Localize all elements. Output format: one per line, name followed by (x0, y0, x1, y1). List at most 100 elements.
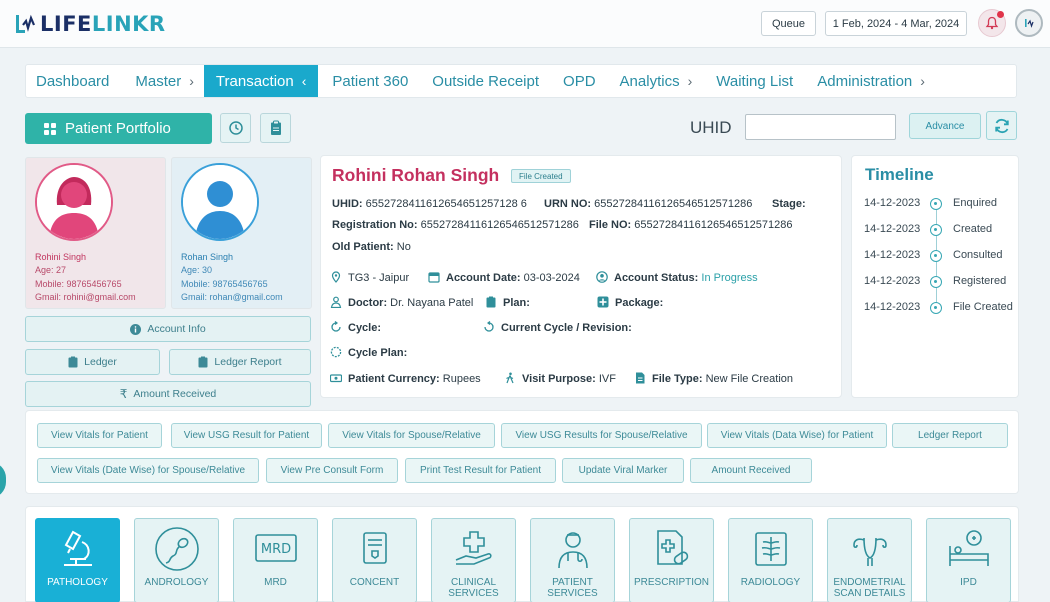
spouse-info: Rohan Singh Age: 30 Mobile: 98765456765 … (181, 251, 283, 304)
cycle-icon (331, 321, 341, 332)
uhid-field-label: UHID: (332, 198, 363, 210)
file-no-field-label: File NO: (589, 219, 632, 231)
services-panel: PATHOLOGY ANDROLOGY MRD MRD CONCENT CLIN… (25, 506, 1019, 602)
sperm-icon (154, 527, 199, 571)
refresh-button[interactable] (986, 111, 1017, 140)
service-label: PATHOLOGY (47, 577, 108, 588)
walking-person-icon (506, 372, 514, 384)
patient-card[interactable]: Rohini Singh Age: 27 Mobile: 98765456765… (25, 157, 166, 309)
patient-portfolio-button[interactable]: Patient Portfolio (25, 113, 212, 144)
timeline-dot-icon (930, 224, 942, 236)
chevron-right-icon: › (920, 73, 925, 89)
view-vitals-data-wise-patient-button[interactable]: View Vitals (Data Wise) for Patient (707, 423, 887, 448)
file-type-label: File Type: (652, 373, 703, 385)
service-label: MRD (264, 577, 287, 588)
xray-icon (754, 532, 787, 566)
ledger-button[interactable]: Ledger (25, 349, 160, 375)
cycle-plan-icon (330, 346, 342, 358)
file-icon (636, 372, 645, 384)
spouse-name: Rohan Singh (181, 252, 234, 262)
nav-patient-360[interactable]: Patient 360 (318, 65, 418, 97)
history-button[interactable] (220, 113, 251, 143)
service-label: ENDOMETRIAL SCAN DETAILS (833, 577, 906, 599)
side-drawer-tab[interactable] (0, 462, 6, 498)
nav-label: Analytics (619, 72, 680, 90)
plan-clipboard-icon (486, 296, 496, 308)
timeline-status: Enquired (953, 197, 998, 209)
ledger-report-button[interactable]: Ledger Report (169, 349, 311, 375)
app-logo[interactable]: LIFELINKR (14, 12, 166, 36)
nav-master[interactable]: Master › (119, 65, 204, 97)
urn-field-label: URN NO: (544, 198, 592, 210)
service-clinical-services[interactable]: CLINICAL SERVICES (431, 518, 516, 602)
queue-button[interactable]: Queue (761, 11, 816, 36)
service-patient-services[interactable]: PATIENT SERVICES (530, 518, 615, 602)
date-range-picker[interactable]: 1 Feb, 2024 - 4 Mar, 2024 (825, 11, 967, 36)
account-date-label: Account Date: (446, 272, 521, 284)
advance-search-button[interactable]: Advance (909, 113, 981, 139)
service-prescription[interactable]: PRESCRIPTION (629, 518, 714, 602)
service-label: PATIENT SERVICES (547, 577, 598, 599)
notifications-button[interactable] (978, 9, 1006, 37)
amount-received-button[interactable]: ₹ Amount Received (25, 381, 311, 407)
patient-currency-value: Rupees (442, 373, 481, 385)
nav-transaction[interactable]: Transaction ‹ (203, 65, 319, 97)
timeline-status: Registered (953, 275, 1007, 287)
nav-administration[interactable]: Administration › (803, 65, 935, 97)
update-viral-marker-button[interactable]: Update Viral Marker (562, 458, 684, 483)
urn-field-value: 65527284116126546512571286 (594, 198, 753, 210)
timeline-date: 14-12-2023 (864, 275, 921, 287)
package-label: Package: (615, 297, 664, 309)
account-info-button[interactable]: Account Info (25, 316, 311, 342)
nav-analytics[interactable]: Analytics › (606, 65, 703, 97)
spouse-card[interactable]: Rohan Singh Age: 30 Mobile: 98765456765 … (171, 157, 312, 309)
ledger-report-action-button[interactable]: Ledger Report (892, 423, 1008, 448)
user-profile-button[interactable] (1015, 9, 1043, 37)
urn-field: URN NO: 65527284116126546512571286 (544, 198, 752, 210)
timeline-entry: 14-12-2023 Consulted (864, 249, 1020, 263)
service-label: IPD (960, 577, 977, 588)
ledger-label: Ledger (84, 356, 117, 368)
service-label: CLINICAL SERVICES (448, 577, 499, 599)
nav-waiting-list[interactable]: Waiting List (702, 65, 803, 97)
cycle-plan-label: Cycle Plan: (348, 347, 408, 359)
mrd-icon: MRD (254, 534, 297, 562)
spouse-mobile: Mobile: 98765456765 (181, 278, 268, 289)
service-concent[interactable]: CONCENT (332, 518, 417, 602)
clipboard-button[interactable] (260, 113, 291, 143)
amount-received-action-button[interactable]: Amount Received (690, 458, 812, 483)
timeline-status: Created (953, 223, 993, 235)
timeline-entry: 14-12-2023 Registered (864, 275, 1020, 289)
service-radiology[interactable]: RADIOLOGY (728, 518, 813, 602)
nav-opd[interactable]: OPD (549, 65, 606, 97)
service-mrd[interactable]: MRD MRD (233, 518, 318, 602)
logo-text-life: LIFE (40, 12, 92, 36)
uhid-search-input[interactable] (745, 114, 896, 140)
service-label: ANDROLOGY (144, 577, 209, 588)
visit-purpose-label: Visit Purpose: (522, 373, 596, 385)
service-andrology[interactable]: ANDROLOGY (134, 518, 219, 602)
calendar-icon (428, 272, 440, 283)
nav-outside-receipt[interactable]: Outside Receipt (418, 65, 549, 97)
chevron-right-icon: › (189, 73, 194, 89)
service-ipd[interactable]: IPD (926, 518, 1011, 602)
view-vitals-date-wise-spouse-button[interactable]: View Vitals (Date Wise) for Spouse/Relat… (37, 458, 259, 483)
timeline-date: 14-12-2023 (864, 249, 921, 261)
view-usg-result-patient-button[interactable]: View USG Result for Patient (171, 423, 322, 448)
view-vitals-spouse-button[interactable]: View Vitals for Spouse/Relative (328, 423, 495, 448)
nav-dashboard[interactable]: Dashboard (26, 65, 119, 97)
timeline-panel: Timeline 14-12-2023 Enquired 14-12-2023 Cr… (851, 155, 1019, 398)
timeline-entry: 14-12-2023 Created (864, 223, 1020, 237)
view-usg-results-spouse-button[interactable]: View USG Results for Spouse/Relative (501, 423, 702, 448)
service-endometrial-scan-details[interactable]: ENDOMETRIAL SCAN DETAILS (827, 518, 912, 602)
clipboard-icon (198, 356, 208, 368)
print-test-result-button[interactable]: Print Test Result for Patient (405, 458, 556, 483)
doctor-label: Doctor: (348, 297, 388, 309)
service-label: RADIOLOGY (740, 577, 801, 588)
timeline-dot-icon (930, 250, 942, 262)
nav-label: Administration (817, 72, 913, 90)
view-pre-consult-form-button[interactable]: View Pre Consult Form (266, 458, 398, 483)
service-pathology[interactable]: PATHOLOGY (35, 518, 120, 602)
account-status-label: Account Status: (614, 272, 699, 284)
view-vitals-patient-button[interactable]: View Vitals for Patient (37, 423, 162, 448)
